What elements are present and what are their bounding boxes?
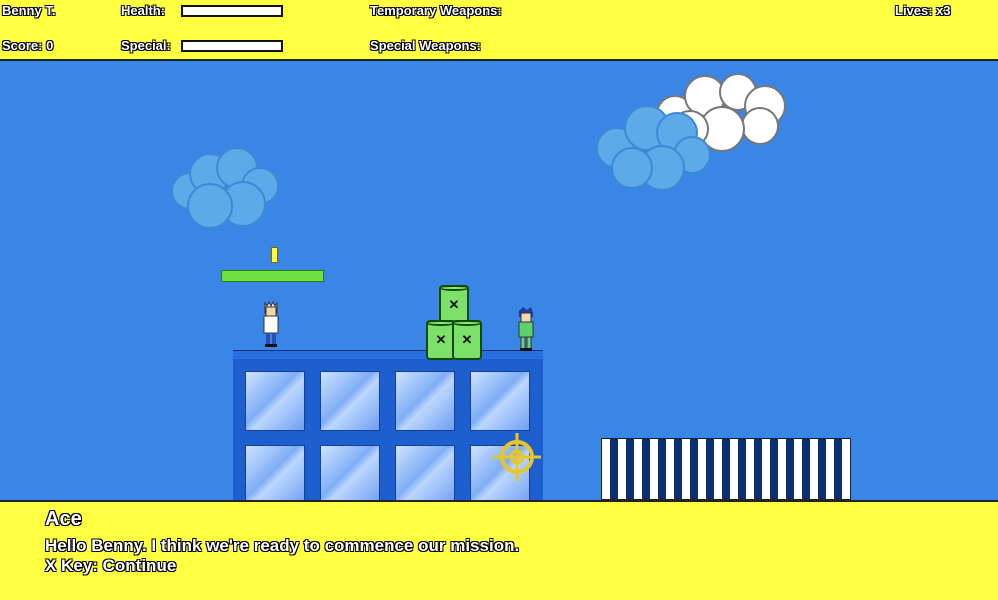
health-bar bbox=[181, 5, 283, 17]
ace-character bbox=[518, 307, 534, 351]
cloud bbox=[171, 147, 279, 229]
cloud bbox=[596, 105, 711, 191]
player-character bbox=[263, 301, 279, 347]
health-label: Health: bbox=[121, 3, 166, 18]
x-mark-icon: ✕ bbox=[448, 297, 460, 312]
building-window bbox=[470, 371, 530, 431]
barrel: ✕ bbox=[439, 285, 469, 325]
special-bar-fill bbox=[183, 42, 281, 50]
floating-platform bbox=[221, 270, 324, 282]
building-roof bbox=[233, 350, 543, 359]
x-mark-icon: ✕ bbox=[435, 332, 447, 347]
dialog-speaker: Ace bbox=[45, 508, 82, 530]
building-window bbox=[245, 371, 305, 431]
dialog-continue-prompt: X Key: Continue bbox=[45, 556, 177, 575]
exclamation-marker bbox=[271, 247, 278, 263]
striped-fence bbox=[601, 438, 851, 500]
building-window bbox=[320, 371, 380, 431]
lives-counter: Lives: x3 bbox=[895, 3, 951, 18]
building-window bbox=[320, 445, 380, 500]
health-bar-fill bbox=[183, 7, 281, 15]
x-mark-icon: ✕ bbox=[461, 332, 473, 347]
building-window bbox=[395, 371, 455, 431]
special-bar bbox=[181, 40, 283, 52]
building-window bbox=[395, 445, 455, 500]
game-scene[interactable]: ✕ ✕ ✕ bbox=[0, 61, 998, 500]
hud-bar: Benny T. Health: Temporary Weapons: Live… bbox=[0, 0, 998, 61]
special-weapons-label: Special Weapons: bbox=[370, 38, 482, 53]
player-name: Benny T. bbox=[2, 3, 56, 18]
special-label: Special: bbox=[121, 38, 171, 53]
building-window bbox=[245, 445, 305, 500]
temporary-weapons-label: Temporary Weapons: bbox=[370, 3, 502, 18]
dialog-message: Hello Benny. I think we're ready to comm… bbox=[45, 536, 520, 555]
dialog-box: Ace Hello Benny. I think we're ready to … bbox=[0, 500, 998, 600]
score-counter: Score: 0 bbox=[2, 38, 54, 53]
crosshair-icon[interactable] bbox=[491, 431, 543, 483]
barrel: ✕ bbox=[452, 320, 482, 360]
